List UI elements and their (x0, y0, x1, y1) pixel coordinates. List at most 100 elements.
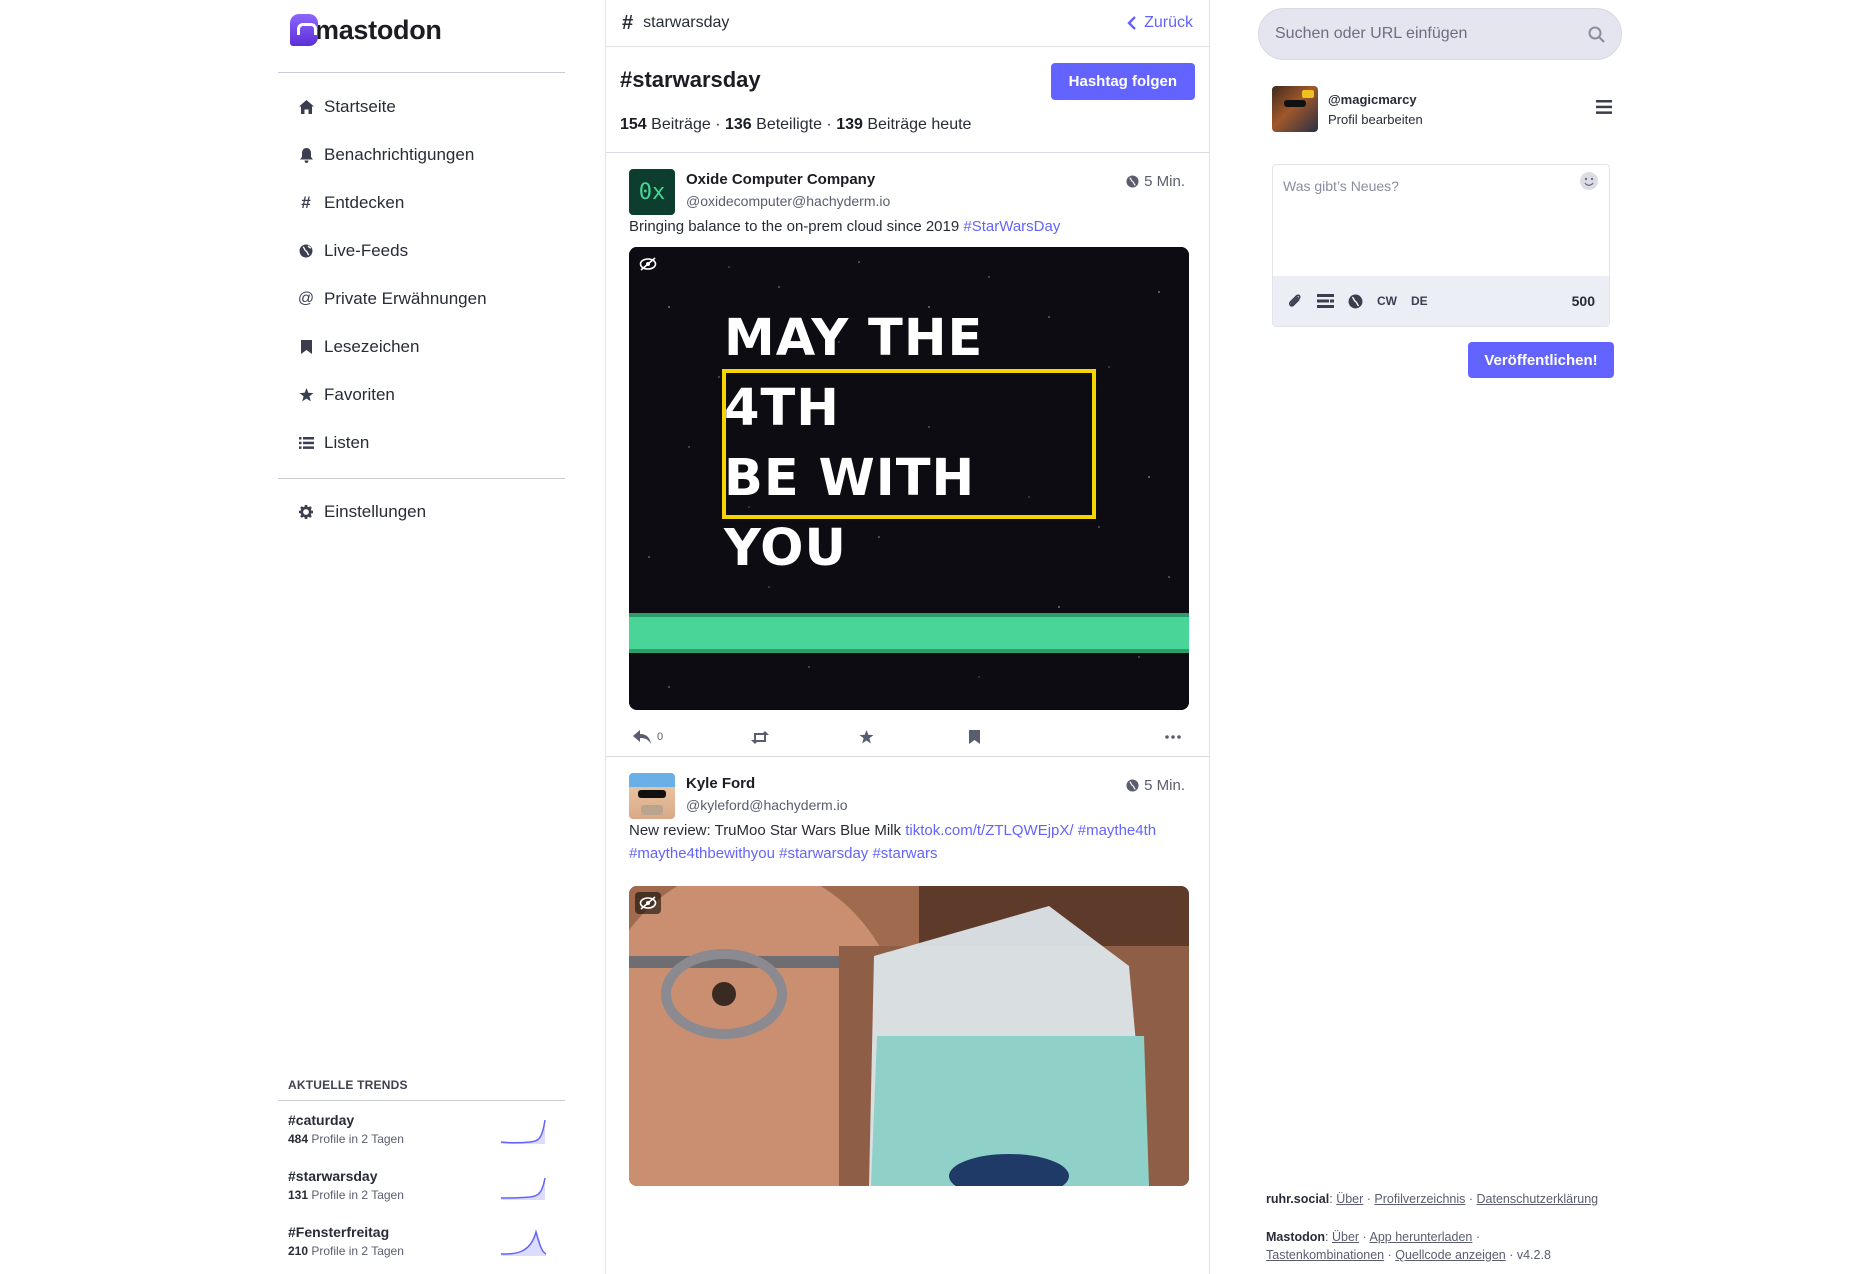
external-link[interactable]: tiktok.com/t/ZTLQWEjpX/ (905, 822, 1073, 839)
about-link[interactable]: Über (1336, 1192, 1363, 1206)
globe-icon (298, 243, 314, 259)
hashtag-stats: 154 Beiträge · 136 Beteiligte · 139 Beit… (620, 116, 972, 133)
paperclip-icon[interactable] (1287, 293, 1303, 309)
hashtag-link[interactable]: #StarWarsDay (963, 218, 1060, 235)
avatar-text: 0x (638, 179, 666, 205)
globe-icon[interactable] (1348, 294, 1363, 309)
trend-sparkline (500, 1119, 546, 1144)
mastodon-logo-icon (290, 14, 318, 46)
post-text: Bringing balance to the on-prem cloud si… (629, 218, 1061, 235)
bell-icon (298, 147, 314, 163)
retweet-icon (751, 730, 769, 744)
navigation-panel: mastodon Startseite Benachrichtigungen #… (278, 0, 565, 1274)
publish-button[interactable]: Veröffentlichen! (1468, 342, 1614, 378)
nav-item-explore[interactable]: # Entdecken (298, 193, 404, 213)
account-handle[interactable]: @magicmarcy (1328, 92, 1417, 107)
status-post[interactable]: Kyle Ford @kyleford@hachyderm.io 5 Min. … (606, 757, 1209, 1186)
post-image[interactable] (629, 886, 1189, 1186)
search-field[interactable]: Suchen oder URL einfügen (1258, 8, 1622, 60)
nav-label: Favoriten (324, 385, 395, 404)
hide-media-button[interactable] (635, 253, 661, 275)
trend-sparkline (500, 1229, 547, 1256)
divider (278, 72, 565, 73)
compose-textarea[interactable]: Was gibt’s Neues? (1283, 178, 1399, 194)
keyboard-shortcuts-link[interactable]: Tastenkombinationen (1266, 1248, 1384, 1262)
hashtag-link[interactable]: #maythe4th (1078, 822, 1156, 839)
trend-item[interactable]: #Fensterfreitag 210 Profile in 2 Tagen (288, 1224, 558, 1268)
favourite-button[interactable] (859, 730, 874, 744)
avatar[interactable] (1272, 86, 1318, 132)
nav-item-bookmarks[interactable]: Lesezeichen (298, 337, 419, 357)
author-handle[interactable]: @oxidecomputer@hachyderm.io (686, 193, 890, 209)
nav-item-notifications[interactable]: Benachrichtigungen (298, 145, 474, 165)
nav-item-private-mentions[interactable]: @ Private Erwähnungen (298, 289, 487, 309)
nav-label: Startseite (324, 97, 396, 116)
post-image[interactable]: MAY THE 4TH BE WITH YOU (629, 247, 1189, 710)
boost-button[interactable] (751, 730, 769, 744)
compose-panel: Suchen oder URL einfügen @magicmarcy Pro… (1258, 0, 1622, 1274)
emoji-picker-icon[interactable] (1579, 171, 1599, 197)
hashtag-icon: # (301, 193, 311, 212)
eye-slash-icon (639, 257, 657, 271)
divider (278, 478, 565, 479)
search-input[interactable]: Suchen oder URL einfügen (1275, 25, 1467, 43)
author-handle[interactable]: @kyleford@hachyderm.io (686, 797, 848, 813)
nav-label: Private Erwähnungen (324, 289, 487, 308)
bookmark-icon (298, 339, 314, 355)
back-button[interactable]: Zurück (1127, 14, 1193, 32)
trend-item[interactable]: #starwarsday 131 Profile in 2 Tagen (288, 1168, 558, 1212)
directory-link[interactable]: Profilverzeichnis (1374, 1192, 1465, 1206)
at-icon: @ (297, 290, 315, 307)
search-icon (1588, 26, 1605, 43)
nav-item-settings[interactable]: Einstellungen (298, 502, 426, 522)
column-header: # starwarsday Zurück (606, 0, 1209, 47)
author-name[interactable]: Kyle Ford (686, 775, 755, 792)
post-actions: 0 (629, 722, 1189, 752)
language-button[interactable]: DE (1411, 294, 1428, 308)
privacy-link[interactable]: Datenschutzerklärung (1477, 1192, 1599, 1206)
nav-item-lists[interactable]: Listen (298, 433, 369, 453)
star-icon (298, 387, 314, 403)
hashtag-icon: # (622, 11, 634, 34)
account-info: @magicmarcy Profil bearbeiten (1272, 86, 1612, 134)
source-code-link[interactable]: Quellcode anzeigen (1395, 1248, 1506, 1262)
reply-button[interactable]: 0 (633, 730, 663, 744)
ellipsis-icon (1165, 735, 1181, 739)
nav-item-home[interactable]: Startseite (298, 97, 396, 117)
mastodon-logo[interactable]: mastodon (290, 14, 442, 46)
nav-item-live-feeds[interactable]: Live-Feeds (298, 241, 408, 261)
logo-text: mastodon (315, 14, 442, 45)
trend-sparkline (500, 1177, 546, 1200)
gear-icon (298, 504, 314, 520)
mastodon-about-link[interactable]: Über (1332, 1230, 1359, 1244)
hashtag-links[interactable]: #maythe4thbewithyou #starwarsday #starwa… (629, 845, 937, 862)
nav-label: Lesezeichen (324, 337, 420, 356)
status-post[interactable]: 0x Oxide Computer Company @oxidecomputer… (606, 153, 1209, 757)
bookmark-button[interactable] (969, 730, 980, 744)
avatar[interactable]: 0x (629, 169, 675, 215)
hashtag-column: # starwarsday Zurück #starwarsday Hashta… (605, 0, 1210, 1274)
post-time[interactable]: 5 Min. (1126, 777, 1185, 794)
author-name[interactable]: Oxide Computer Company (686, 171, 875, 188)
nav-item-favourites[interactable]: Favoriten (298, 385, 395, 405)
nav-label: Entdecken (324, 193, 405, 212)
poll-icon[interactable] (1317, 294, 1334, 308)
server-name: ruhr.social (1266, 1192, 1330, 1206)
get-app-link[interactable]: App herunterladen (1370, 1230, 1473, 1244)
post-time[interactable]: 5 Min. (1126, 173, 1185, 190)
chevron-left-icon (1127, 16, 1136, 30)
nav-label: Live-Feeds (324, 241, 409, 260)
content-warning-button[interactable]: CW (1377, 294, 1397, 308)
globe-icon (1126, 779, 1139, 792)
trend-item[interactable]: #caturday 484 Profile in 2 Tagen (288, 1112, 558, 1156)
avatar[interactable] (629, 773, 675, 819)
hide-media-button[interactable] (635, 892, 661, 914)
more-button[interactable] (1165, 735, 1181, 739)
menu-button[interactable] (1596, 100, 1612, 119)
list-icon (298, 435, 314, 451)
star-icon (859, 730, 874, 744)
follow-hashtag-button[interactable]: Hashtag folgen (1050, 63, 1195, 100)
eye-slash-icon (639, 896, 657, 910)
edit-profile-link[interactable]: Profil bearbeiten (1328, 112, 1423, 127)
character-counter: 500 (1571, 293, 1595, 309)
